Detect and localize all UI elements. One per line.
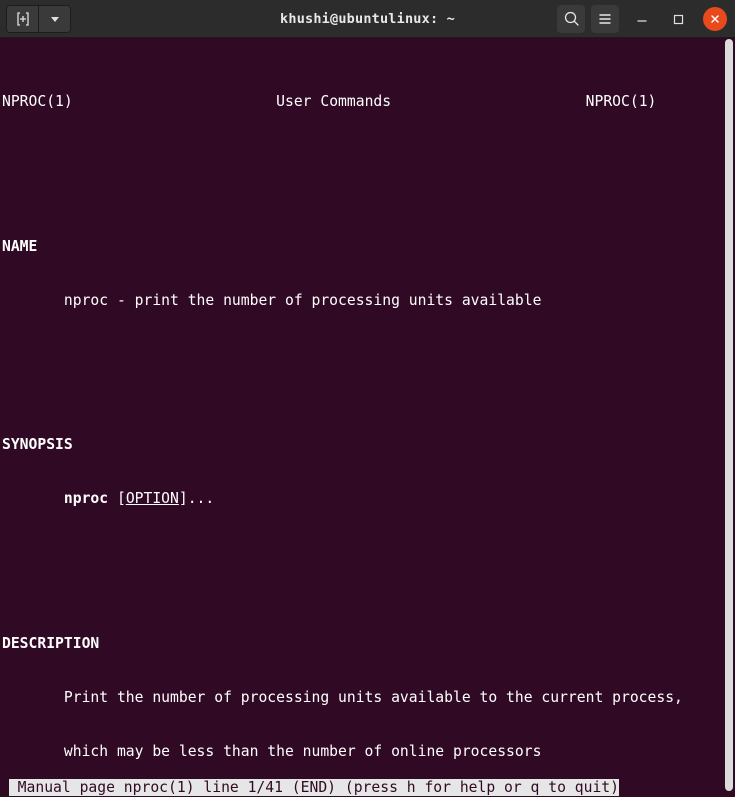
man-header-left: NPROC(1) (2, 93, 73, 111)
name-text: nproc - print the number of processing u… (63, 291, 542, 309)
close-icon (711, 14, 719, 23)
section-heading-name: NAME (2, 237, 38, 255)
terminal-scrollbar[interactable] (722, 38, 735, 797)
man-page-content: NPROC(1) User Commands NPROC(1) NAME npr… (0, 38, 735, 797)
man-header-right: NPROC(1) (585, 93, 657, 111)
tab-list-dropdown-button[interactable] (38, 5, 70, 32)
titlebar: khushi@ubuntulinux: ~ (0, 0, 735, 38)
section-heading-synopsis: SYNOPSIS (2, 436, 73, 454)
description-line-1: Print the number of processing units ava… (2, 689, 735, 707)
maximize-button[interactable] (665, 6, 691, 32)
status-left-pad (0, 779, 9, 796)
pager-status-text: Manual page nproc(1) line 1/41 (END) (pr… (8, 779, 619, 796)
section-heading-description: DESCRIPTION (2, 634, 100, 652)
menu-button[interactable] (591, 4, 619, 33)
minimize-button[interactable] (629, 6, 655, 32)
terminal-screen[interactable]: NPROC(1) User Commands NPROC(1) NAME npr… (0, 38, 735, 797)
new-tab-segmented-control (6, 4, 71, 33)
titlebar-right-controls (557, 4, 729, 33)
description-text-2: which may be less than the number of onl… (63, 742, 542, 760)
close-button[interactable] (703, 6, 727, 31)
synopsis-option: OPTION (125, 490, 179, 508)
search-icon (564, 11, 579, 26)
synopsis-close-bracket: ]... (178, 490, 215, 508)
pager-status-bar: Manual page nproc(1) line 1/41 (END) (pr… (0, 778, 735, 797)
new-tab-icon (16, 11, 29, 26)
synopsis-command: nproc (63, 490, 109, 508)
scrollbar-thumb[interactable] (725, 39, 733, 791)
description-text-1: Print the number of processing units ava… (63, 688, 683, 706)
new-tab-button[interactable] (7, 5, 38, 32)
terminal-window: khushi@ubuntulinux: ~ NPROC(1) User Comm… (0, 0, 735, 797)
man-header-line: NPROC(1) User Commands NPROC(1) (2, 93, 735, 111)
maximize-icon (673, 14, 684, 24)
synopsis-open-bracket: [ (108, 490, 126, 508)
titlebar-left-controls (6, 4, 71, 33)
search-button[interactable] (557, 4, 585, 33)
synopsis-body-line: nproc [OPTION]... (2, 490, 735, 508)
description-line-2: which may be less than the number of onl… (2, 743, 735, 761)
name-body-line: nproc - print the number of processing u… (2, 292, 735, 310)
man-header-center: User Commands (276, 93, 392, 111)
minimize-icon (637, 19, 647, 22)
hamburger-menu-icon (599, 13, 611, 24)
chevron-down-icon (50, 16, 59, 22)
